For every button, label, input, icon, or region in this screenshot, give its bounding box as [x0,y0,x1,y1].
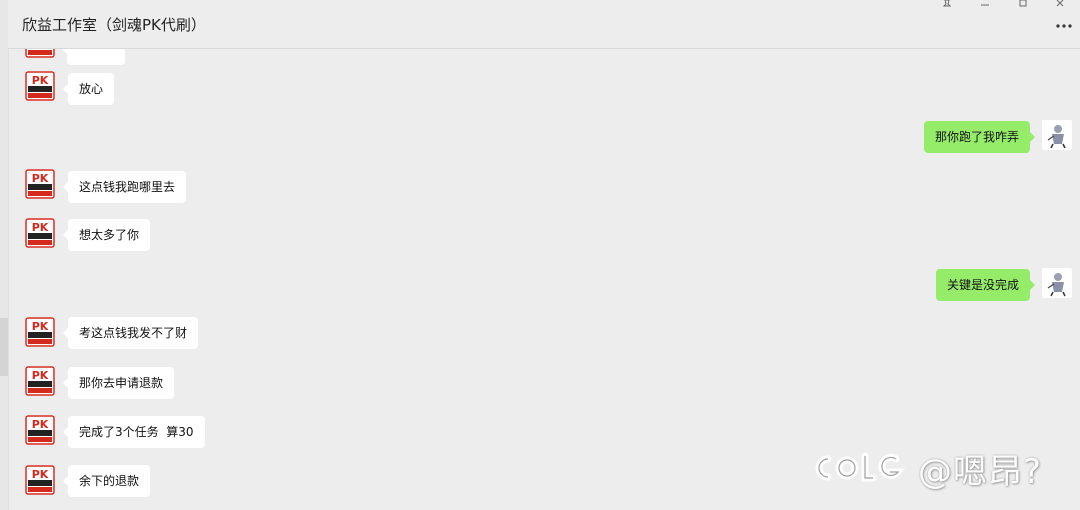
pk-shop-logo-icon: PK [25,49,55,58]
user-avatar[interactable] [1042,120,1072,150]
user-avatar[interactable] [1042,268,1072,298]
chat-window: 欣益工作室（剑魂PK代刷） PK 放心 那你跑了我咋弄 PK 这点钱我跑哪里去 … [0,0,1080,510]
watermark-text: @嗯昂? [917,451,1042,492]
message-bubble-incoming[interactable]: 这点钱我跑哪里去 [62,171,187,203]
shop-avatar[interactable]: PK [25,415,55,445]
message-list[interactable]: PK PK 放心 那你跑了我咋弄 [8,49,1080,510]
shop-avatar[interactable]: PK [25,218,55,248]
svg-text:PK: PK [32,369,49,382]
pk-shop-logo-icon: PK [25,71,55,101]
chat-title: 欣益工作室（剑魂PK代刷） [22,16,206,34]
message-bubble-incoming[interactable]: 想太多了你 [62,219,151,251]
svg-text:PK: PK [32,172,49,185]
message-bubble-outgoing[interactable]: 那你跑了我咋弄 [923,121,1036,153]
shop-avatar[interactable]: PK [25,71,55,101]
svg-text:PK: PK [32,418,49,431]
svg-text:PK: PK [32,468,49,481]
pk-shop-logo-icon: PK [25,415,55,445]
pk-shop-logo-icon: PK [25,218,55,248]
message-bubble-incoming[interactable]: 那你去申请退款 [62,367,175,399]
svg-text:PK: PK [32,74,49,87]
shop-avatar[interactable]: PK [25,49,55,58]
anime-character-avatar-icon [1042,120,1072,150]
pk-shop-logo-icon: PK [25,465,55,495]
message-bubble-incoming[interactable]: 放心 [62,73,115,105]
shop-avatar[interactable]: PK [25,465,55,495]
selected-conversation-edge[interactable] [0,318,8,376]
message-bubble-outgoing[interactable]: 关键是没完成 [935,269,1036,301]
more-dots-icon[interactable] [1054,16,1074,36]
maximize-icon[interactable] [1004,0,1042,10]
chat-header: 欣益工作室（剑魂PK代刷） [8,0,1080,49]
shop-avatar[interactable]: PK [25,169,55,199]
minimize-icon[interactable] [966,0,1004,10]
colg-logo [815,452,906,482]
message-bubble-incoming[interactable]: 余下的退款 [62,465,151,497]
watermark: @嗯昂? [810,448,1042,492]
close-icon[interactable] [1042,0,1080,10]
shop-avatar[interactable]: PK [25,317,55,347]
message-bubble-incoming[interactable] [62,49,125,65]
window-controls [928,0,1080,10]
pk-shop-logo-icon: PK [25,366,55,396]
shop-avatar[interactable]: PK [25,366,55,396]
message-bubble-incoming[interactable]: 完成了3个任务 算30 [63,416,205,448]
pin-icon[interactable] [928,0,966,10]
pk-shop-logo-icon: PK [25,169,55,199]
svg-text:PK: PK [32,221,49,234]
anime-character-avatar-icon [1042,268,1072,298]
message-bubble-incoming[interactable]: 考这点钱我发不了财 [62,317,199,349]
svg-text:PK: PK [32,320,49,333]
pk-shop-logo-icon: PK [25,317,55,347]
